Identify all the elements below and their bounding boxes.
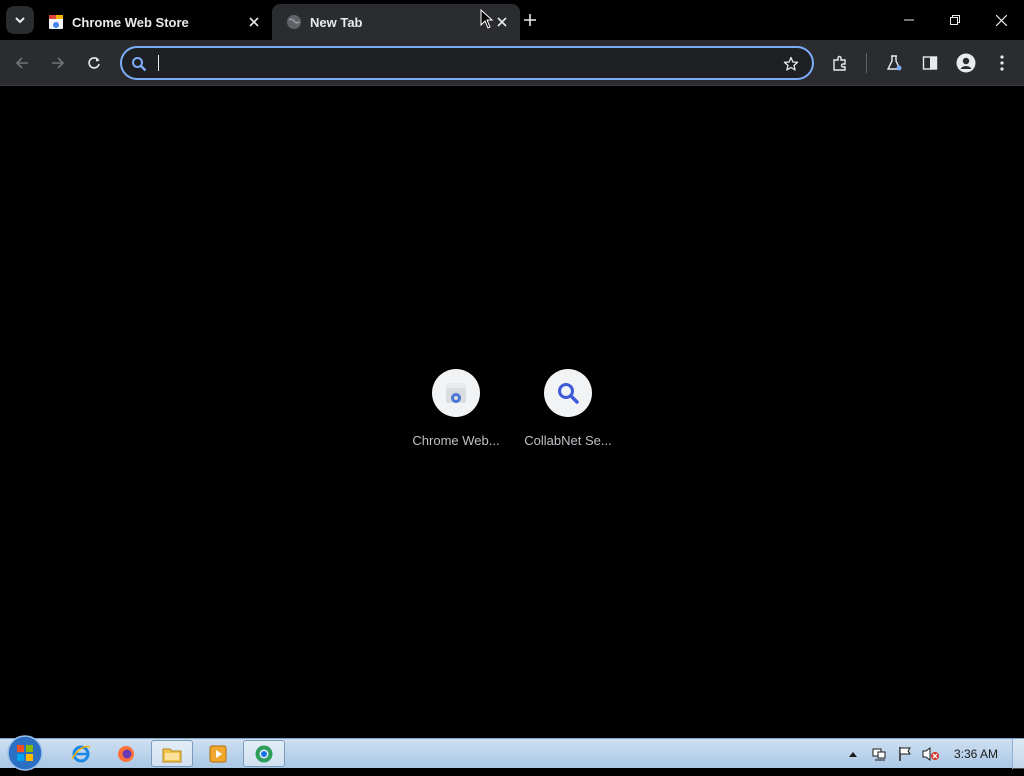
minimize-icon: [904, 19, 914, 21]
search-icon: [558, 383, 579, 404]
shortcut-icon-circle: [544, 369, 592, 417]
restore-icon: [950, 15, 960, 25]
address-bar[interactable]: [120, 46, 814, 80]
arrow-right-icon: [52, 57, 65, 69]
firefox-icon: [118, 745, 134, 762]
globe-icon: [286, 14, 302, 30]
windows-logo-icon: [7, 735, 43, 771]
new-tab-page: Chrome Web... CollabNet Se...: [0, 87, 1024, 738]
reload-button[interactable]: [80, 49, 108, 77]
tab-search-button[interactable]: [6, 6, 34, 34]
taskbar-file-explorer[interactable]: [151, 740, 193, 767]
profile-button[interactable]: [952, 49, 980, 77]
tab-title: New Tab: [310, 14, 363, 30]
address-input[interactable]: [156, 52, 756, 74]
shortcut-icon-circle: [432, 369, 480, 417]
media-player-icon: [209, 745, 227, 762]
side-panel-button[interactable]: [916, 49, 944, 77]
search-icon: [129, 54, 149, 74]
taskbar-firefox[interactable]: [105, 740, 147, 767]
bookmark-star-button[interactable]: [780, 53, 802, 75]
minimize-button[interactable]: [886, 0, 932, 40]
menu-button[interactable]: [988, 49, 1016, 77]
back-button[interactable]: [8, 49, 36, 77]
show-hidden-icons-button[interactable]: [843, 744, 863, 764]
chevron-down-icon: [15, 17, 25, 24]
shortcut-collabnet-search[interactable]: CollabNet Se...: [512, 369, 624, 469]
puzzle-icon: [833, 55, 846, 71]
shortcut-label: CollabNet Se...: [524, 433, 612, 448]
close-tab-button[interactable]: [492, 12, 512, 32]
shortcut-label: Chrome Web...: [412, 433, 500, 448]
new-tab-button[interactable]: [518, 8, 542, 32]
windows-taskbar: 3:36 AM: [0, 735, 1024, 771]
file-explorer-icon: [162, 748, 182, 762]
tab-title: Chrome Web Store: [72, 14, 189, 30]
star-icon: [783, 56, 799, 71]
reload-icon: [88, 57, 100, 69]
close-window-button[interactable]: [978, 0, 1024, 40]
close-tab-button[interactable]: [244, 12, 264, 32]
forward-button[interactable]: [44, 49, 72, 77]
volume-muted-icon[interactable]: [921, 744, 941, 764]
toolbar-divider: [866, 53, 867, 73]
plus-icon: [524, 14, 536, 26]
text-caret: [158, 55, 159, 71]
taskbar-internet-explorer[interactable]: [60, 740, 102, 767]
start-button[interactable]: [6, 735, 44, 771]
flask-icon: [886, 55, 902, 71]
kebab-menu-icon: [1000, 55, 1004, 71]
taskbar-clock[interactable]: 3:36 AM: [954, 747, 998, 761]
system-tray: 3:36 AM: [840, 739, 1024, 769]
avatar-icon: [956, 53, 976, 73]
chrome-icon: [255, 745, 273, 762]
action-center-flag-icon[interactable]: [895, 744, 915, 764]
tab-strip: Chrome Web Store New Tab: [0, 0, 1024, 40]
show-desktop-button[interactable]: [1012, 739, 1024, 769]
internet-explorer-icon: [71, 745, 91, 762]
close-icon: [497, 17, 507, 27]
toolbar: [0, 40, 1024, 86]
chrome-labs-button[interactable]: [880, 49, 908, 77]
extensions-button[interactable]: [826, 49, 854, 77]
chrome-web-store-icon: [48, 14, 64, 30]
chevron-up-icon: [848, 752, 857, 757]
shortcut-chrome-web-store[interactable]: Chrome Web...: [400, 369, 512, 469]
mouse-cursor-icon: [480, 9, 494, 29]
taskbar-media-player[interactable]: [197, 740, 239, 767]
taskbar-chrome[interactable]: [243, 740, 285, 767]
close-icon: [995, 14, 1007, 26]
side-panel-icon: [922, 56, 938, 70]
tab-chrome-web-store[interactable]: Chrome Web Store: [40, 4, 272, 40]
restore-button[interactable]: [932, 0, 978, 40]
network-icon[interactable]: [869, 744, 889, 764]
arrow-left-icon: [15, 57, 28, 69]
chrome-web-store-icon: [446, 383, 466, 403]
close-icon: [249, 17, 259, 27]
